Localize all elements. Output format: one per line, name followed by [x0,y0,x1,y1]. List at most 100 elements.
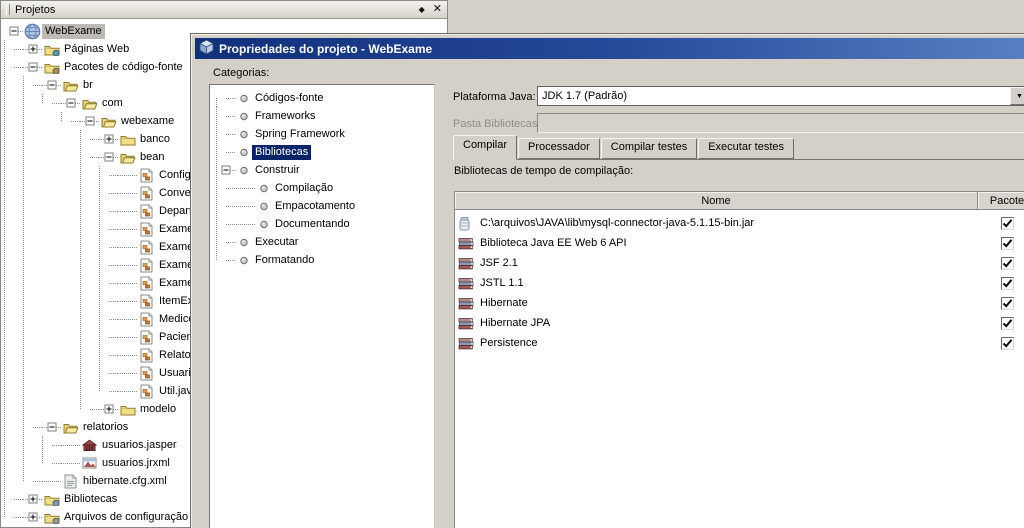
expand-handle-icon[interactable] [23,40,42,58]
tree-guide [61,274,80,292]
expand-handle-icon[interactable] [99,130,118,148]
combo-dropdown-arrow-icon[interactable]: ▼ [1010,87,1024,105]
package-checkbox[interactable] [1000,276,1014,290]
panel-close-icon[interactable]: ✕ [433,4,442,15]
expand-handle-icon[interactable] [4,22,23,40]
tree-guide [23,328,42,346]
expand-handle-icon[interactable] [99,400,118,418]
package-cell [978,336,1024,350]
tab-executar-testes[interactable]: Executar testes [698,138,795,159]
tree-guide [23,256,42,274]
tree-guide [99,166,118,184]
tree-guide [23,166,42,184]
class-icon [137,222,156,237]
package-cell [978,276,1024,290]
categories-tree: Códigos-fonte Frameworks Spring Framework B… [209,84,435,528]
category-documentando[interactable]: Documentando [216,215,434,233]
expand-handle-icon[interactable] [80,112,99,130]
package-checkbox[interactable] [1000,216,1014,230]
tree-guide [61,256,80,274]
tree-connector [236,215,256,233]
library-row-biblioteca-java-ee-web-6-api[interactable]: Biblioteca Java EE Web 6 API [455,233,1024,253]
tree-guide [42,184,61,202]
tree-guide [80,220,99,238]
package-checkbox[interactable] [1000,316,1014,330]
tree-connector [118,292,137,310]
package-checkbox[interactable] [1000,256,1014,270]
tree-guide [61,364,80,382]
tree-guide [23,364,42,382]
tree-connector [216,107,236,125]
tree-item-label: usuarios.jasper [102,438,177,451]
expand-handle-icon[interactable] [23,58,42,76]
category-executar[interactable]: Executar [216,233,434,251]
library-row-hibernate-jpa[interactable]: Hibernate JPA [455,313,1024,333]
tree-item-label: WebExame [42,23,105,39]
class-icon [137,294,156,309]
category-label: Bibliotecas [252,144,312,160]
tree-guide [4,256,23,274]
dialog-titlebar: Propriedades do projeto - WebExame [195,38,1024,59]
tree-guide [61,202,80,220]
tree-item-label: com [102,96,123,109]
category-label: Executar [255,235,299,248]
expand-handle-icon[interactable] [216,161,236,179]
tree-connector [118,364,137,382]
tab-compilar[interactable]: Compilar [453,135,518,160]
category-frameworks[interactable]: Frameworks [216,107,434,125]
fopen-icon [99,115,118,128]
expand-handle-icon[interactable] [99,148,118,166]
tab-processador[interactable]: Processador [518,138,600,159]
tree-guide [23,382,42,400]
expand-handle-icon[interactable] [42,418,61,436]
tree-guide [4,148,23,166]
tree-guide [61,184,80,202]
category-compila-o[interactable]: Compilação [216,179,434,197]
tree-connector [118,274,137,292]
xmlpage-icon [61,474,80,489]
tree-connector [118,184,137,202]
tree-guide [23,292,42,310]
expand-handle-icon[interactable] [23,490,42,508]
tree-guide [80,382,99,400]
fopen-icon [61,79,80,92]
expand-handle-icon[interactable] [61,94,80,112]
panel-pin-icon[interactable]: ◆ [419,5,425,14]
category-c-digos-fonte[interactable]: Códigos-fonte [216,89,434,107]
tab-compilar-testes[interactable]: Compilar testes [600,138,698,159]
tree-guide [42,238,61,256]
tree-guide [23,436,42,454]
library-row-jstl-1-1[interactable]: JSTL 1.1 [455,273,1024,293]
library-row-hibernate[interactable]: Hibernate [455,293,1024,313]
category-empacotamento[interactable]: Empacotamento [216,197,434,215]
tree-guide [80,202,99,220]
books-icon [458,337,474,350]
package-checkbox[interactable] [1000,336,1014,350]
package-checkbox[interactable] [1000,296,1014,310]
tree-guide [61,220,80,238]
tree-guide [4,238,23,256]
category-label: Códigos-fonte [255,91,324,104]
tree-guide [80,256,99,274]
libraries-table-body: C:\arquivos\JAVA\lib\mysql-connector-jav… [455,210,1024,353]
library-row-persistence[interactable]: Persistence [455,333,1024,353]
category-bibliotecas[interactable]: Bibliotecas [216,143,434,161]
category-formatando[interactable]: Formatando [216,251,434,269]
library-row-c-arquivos-java-lib-mysql-connector-java[interactable]: C:\arquivos\JAVA\lib\mysql-connector-jav… [455,213,1024,233]
tree-guide [42,148,61,166]
expand-handle-icon[interactable] [42,76,61,94]
category-construir[interactable]: Construir [216,161,434,179]
library-row-jsf-2-1[interactable]: JSF 2.1 [455,253,1024,273]
category-spring-framework[interactable]: Spring Framework [216,125,434,143]
panel-grip-icon [6,4,10,15]
tree-guide [80,346,99,364]
tree-guide [42,328,61,346]
expand-handle-icon[interactable] [23,508,42,526]
java-platform-select[interactable]: JDK 1.7 (Padrão) ▼ [537,86,1024,106]
tree-guide [42,112,61,130]
tree-guide [80,274,99,292]
bullet-icon [236,148,252,157]
package-checkbox[interactable] [1000,236,1014,250]
tree-guide [216,215,236,233]
tree-guide [42,310,61,328]
